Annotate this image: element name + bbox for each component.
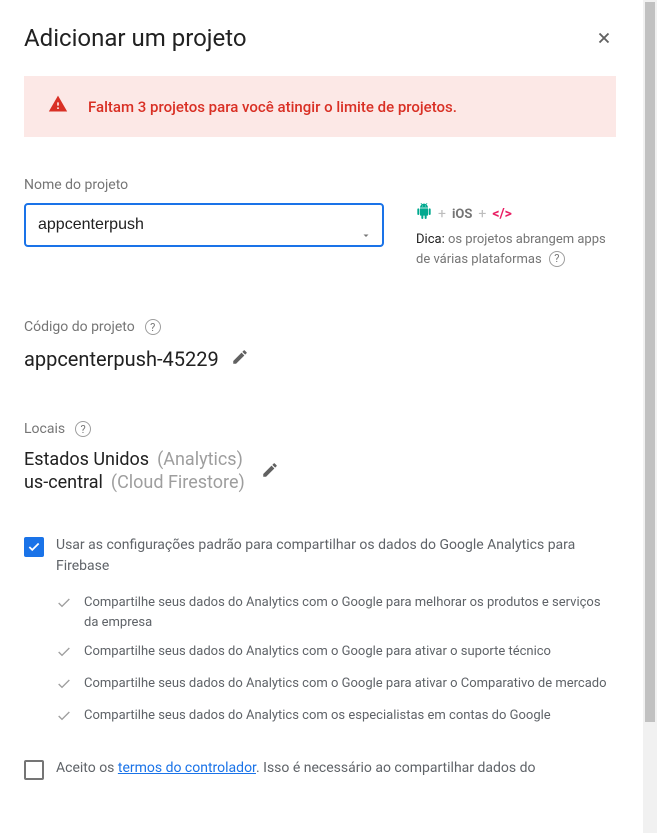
help-icon[interactable]: ? bbox=[75, 421, 91, 437]
list-item: Compartilhe seus dados do Analytics com … bbox=[56, 642, 616, 664]
sub-item-text: Compartilhe seus dados do Analytics com … bbox=[84, 642, 551, 662]
sub-item-text: Compartilhe seus dados do Analytics com … bbox=[84, 593, 616, 632]
project-id-label: Código do projeto bbox=[24, 319, 135, 335]
project-name-label: Nome do projeto bbox=[24, 177, 616, 193]
help-icon[interactable]: ? bbox=[145, 319, 161, 335]
list-item: Compartilhe seus dados do Analytics com … bbox=[56, 593, 616, 632]
sub-item-text: Compartilhe seus dados do Analytics com … bbox=[84, 706, 551, 726]
scrollbar-thumb[interactable] bbox=[645, 2, 655, 722]
project-name-input-wrapper bbox=[24, 203, 384, 269]
web-icon: </> bbox=[492, 204, 512, 225]
analytics-checkbox-label: Usar as configurações padrão para compar… bbox=[56, 535, 616, 577]
analytics-sub-list: Compartilhe seus dados do Analytics com … bbox=[56, 593, 616, 728]
close-button[interactable] bbox=[592, 26, 616, 50]
terms-suffix: . Isso é necessário ao compartilhar dado… bbox=[256, 760, 535, 776]
edit-icon[interactable] bbox=[261, 461, 279, 484]
warning-text: Faltam 3 projetos para você atingir o li… bbox=[88, 98, 457, 116]
check-icon bbox=[56, 708, 72, 728]
location-service: (Analytics) bbox=[157, 449, 243, 470]
location-name: Estados Unidos bbox=[24, 449, 149, 470]
analytics-checkbox[interactable] bbox=[24, 537, 44, 557]
tip-label: Dica: bbox=[416, 232, 445, 247]
scrollbar-track[interactable] bbox=[643, 0, 657, 833]
check-icon bbox=[56, 595, 72, 615]
project-id-value-row: appcenterpush-45229 bbox=[24, 347, 616, 371]
terms-checkbox-label: Aceito os termos do controlador. Isso é … bbox=[56, 758, 535, 779]
close-icon bbox=[595, 29, 613, 47]
analytics-checkbox-row: Usar as configurações padrão para compar… bbox=[24, 535, 616, 577]
tip-text: os projetos abrangem apps de várias plat… bbox=[416, 232, 606, 267]
android-icon bbox=[416, 203, 432, 226]
warning-icon bbox=[48, 94, 68, 119]
project-name-row: + iOS + </> Dica: os projetos abrangem a… bbox=[24, 203, 616, 269]
plus-separator: + bbox=[438, 204, 446, 225]
check-icon bbox=[56, 676, 72, 696]
terms-checkbox-row: Aceito os termos do controlador. Isso é … bbox=[24, 758, 616, 780]
warning-banner: Faltam 3 projetos para você atingir o li… bbox=[24, 76, 616, 137]
project-name-input[interactable] bbox=[24, 203, 384, 247]
dialog-title: Adicionar um projeto bbox=[24, 24, 247, 52]
location-row: Estados Unidos (Analytics) bbox=[24, 449, 245, 470]
locations-list: Estados Unidos (Analytics) us-central (C… bbox=[24, 449, 245, 495]
locations-section: Locais ? Estados Unidos (Analytics) us-c… bbox=[24, 421, 616, 495]
locations-label-row: Locais ? bbox=[24, 421, 616, 437]
dialog-header: Adicionar um projeto bbox=[24, 24, 616, 52]
tip-box: + iOS + </> Dica: os projetos abrangem a… bbox=[416, 203, 616, 269]
help-icon[interactable]: ? bbox=[549, 251, 565, 267]
locations-content: Estados Unidos (Analytics) us-central (C… bbox=[24, 449, 616, 495]
plus-separator: + bbox=[478, 204, 486, 225]
project-id-section: Código do projeto ? appcenterpush-45229 bbox=[24, 319, 616, 371]
location-service: (Cloud Firestore) bbox=[111, 472, 245, 493]
project-id-text: appcenterpush-45229 bbox=[24, 347, 219, 371]
location-row: us-central (Cloud Firestore) bbox=[24, 472, 245, 493]
sub-item-text: Compartilhe seus dados do Analytics com … bbox=[84, 674, 607, 694]
ios-icon: iOS bbox=[452, 205, 472, 225]
terms-checkbox[interactable] bbox=[24, 760, 44, 780]
add-project-dialog: Adicionar um projeto Faltam 3 projetos p… bbox=[0, 0, 640, 780]
edit-icon[interactable] bbox=[231, 348, 249, 371]
platform-icons: + iOS + </> bbox=[416, 203, 616, 226]
project-id-label-row: Código do projeto ? bbox=[24, 319, 616, 335]
terms-link[interactable]: termos do controlador bbox=[118, 760, 256, 776]
list-item: Compartilhe seus dados do Analytics com … bbox=[56, 674, 616, 696]
list-item: Compartilhe seus dados do Analytics com … bbox=[56, 706, 616, 728]
locations-label: Locais bbox=[24, 421, 65, 437]
terms-prefix: Aceito os bbox=[56, 760, 118, 776]
check-icon bbox=[56, 644, 72, 664]
location-name: us-central bbox=[24, 472, 103, 493]
